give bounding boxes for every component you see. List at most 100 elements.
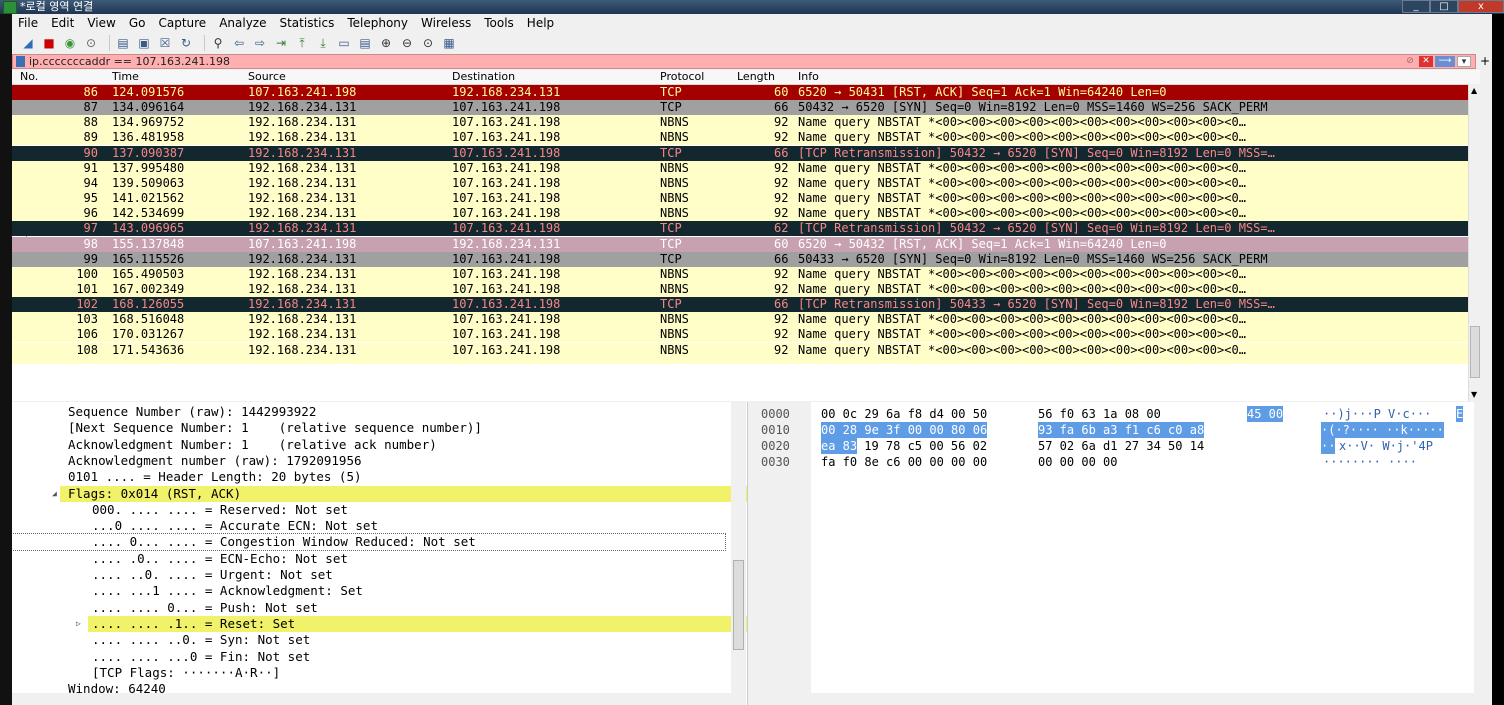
hex-bytes-selected[interactable]: 93 fa 6b a3 f1 c6 c0 a8: [1038, 422, 1205, 438]
menu-telephony[interactable]: Telephony: [341, 14, 415, 32]
menu-go[interactable]: Go: [123, 14, 153, 32]
packet-row[interactable]: 103 168.516048 192.168.234.131 107.163.241.…: [12, 312, 1468, 328]
display-filter-input[interactable]: ip.cccccccaddr == 107.163.241.198: [29, 55, 230, 68]
first-packet-icon[interactable]: ⤒: [294, 35, 310, 51]
packet-row[interactable]: 88 134.969752 192.168.234.131 107.163.241.1…: [12, 115, 1468, 131]
ascii-bytes-selected[interactable]: ·(·?···· ··k·····: [1321, 422, 1444, 438]
display-filter-bar[interactable]: ip.cccccccaddr == 107.163.241.198 ⊘ ✕ ⟶ …: [12, 54, 1476, 69]
resize-columns-icon[interactable]: ▦: [441, 35, 457, 51]
ascii-bytes[interactable]: x··V· W·j·'4P: [1339, 438, 1433, 454]
collapsed-triangle-icon[interactable]: ▷: [76, 616, 81, 632]
detail-line[interactable]: Acknowledgment number (raw): 1792091956: [12, 453, 725, 469]
packet-row[interactable]: 91 137.995480 192.168.234.131 107.163.241.1…: [12, 160, 1468, 176]
hex-bytes[interactable]: 19 78 c5 00 56 02: [857, 438, 987, 454]
hex-bytes-selected[interactable]: 45 00: [1247, 406, 1284, 422]
column-header-destination[interactable]: Destination: [452, 70, 515, 84]
details-scrollbar[interactable]: [731, 402, 746, 705]
detail-line[interactable]: 000. .... .... = Reserved: Not set: [12, 502, 725, 518]
hex-bytes[interactable]: 00 0c 29 6a f8 d4 00 50: [821, 406, 987, 422]
restart-icon[interactable]: ◉: [62, 35, 78, 51]
ascii-bytes[interactable]: ········ ····: [1323, 454, 1417, 470]
zoom-out-icon[interactable]: ⊖: [399, 35, 415, 51]
packet-row[interactable]: 106 170.031267 192.168.234.131 107.163.241.…: [12, 327, 1468, 343]
zoom-in-icon[interactable]: ⊕: [378, 35, 394, 51]
shark-fin-start-icon[interactable]: ◢: [20, 35, 36, 51]
detail-line[interactable]: ▷ .... .... .1.. = Reset: Set: [76, 615, 747, 632]
menu-statistics[interactable]: Statistics: [273, 14, 341, 32]
last-packet-icon[interactable]: ⤓: [315, 35, 331, 51]
hex-bytes[interactable]: fa f0 8e c6 00 00 00 00: [821, 454, 987, 470]
menu-analyze[interactable]: Analyze: [213, 14, 273, 32]
packet-row[interactable]: 86 124.091576 107.163.241.198 192.168.234.1…: [12, 85, 1468, 100]
open-file-icon[interactable]: ▤: [115, 35, 131, 51]
detail-line[interactable]: [TCP Flags: ·······A·R··]: [12, 665, 725, 681]
detail-line[interactable]: .... .... 0... = Push: Not set: [12, 600, 725, 616]
detail-line[interactable]: Sequence Number (raw): 1442993922: [12, 404, 725, 420]
column-header-protocol[interactable]: Protocol: [660, 70, 704, 84]
bookmark-icon[interactable]: [16, 56, 25, 67]
column-header-length[interactable]: Length: [737, 70, 775, 84]
packet-row[interactable]: 96 142.534699 192.168.234.131 107.163.241.1…: [12, 206, 1468, 222]
find-icon[interactable]: ⚲: [210, 35, 226, 51]
column-header-source[interactable]: Source: [248, 70, 286, 84]
menu-edit[interactable]: Edit: [45, 14, 81, 32]
packet-row[interactable]: 95 141.021562 192.168.234.131 107.163.241.1…: [12, 191, 1468, 207]
save-icon[interactable]: ▣: [136, 35, 152, 51]
scroll-up-icon[interactable]: ▲: [1471, 86, 1477, 95]
detail-line[interactable]: .... .0.. .... = ECN-Echo: Not set: [12, 551, 725, 567]
add-filter-button[interactable]: +: [1480, 54, 1492, 69]
filter-dropdown-icon[interactable]: ▾: [1457, 56, 1471, 67]
packet-row[interactable]: 101 167.002349 192.168.234.131 107.163.241.…: [12, 281, 1468, 297]
details-horizontal-scrollbar[interactable]: [12, 693, 731, 705]
menu-wireless[interactable]: Wireless: [415, 14, 478, 32]
detail-line[interactable]: .... ...1 .... = Acknowledgment: Set: [12, 583, 725, 599]
packet-row[interactable]: 87 134.096164 192.168.234.131 107.163.241.1…: [12, 100, 1468, 116]
menu-capture[interactable]: Capture: [152, 14, 213, 32]
go-back-icon[interactable]: ⇦: [231, 35, 247, 51]
packet-row[interactable]: 89 136.481958 192.168.234.131 107.163.241.1…: [12, 130, 1468, 146]
ascii-bytes-selected[interactable]: E: [1456, 406, 1464, 422]
bytes-horizontal-scrollbar[interactable]: [753, 693, 1474, 705]
minimize-button[interactable]: _: [1402, 0, 1430, 13]
packet-row[interactable]: 100 165.490503 192.168.234.131 107.163.241.…: [12, 266, 1468, 282]
go-forward-icon[interactable]: ⇨: [252, 35, 268, 51]
clear-filter-icon[interactable]: ⊘: [1403, 56, 1417, 67]
close-button[interactable]: x: [1458, 0, 1504, 13]
detail-line[interactable]: ◢ Flags: 0x014 (RST, ACK): [52, 485, 747, 502]
maximize-button[interactable]: □: [1430, 0, 1458, 13]
hex-bytes-selected[interactable]: 00 28 9e 3f 00 00 80 06: [821, 422, 988, 438]
options-icon[interactable]: ⊙: [83, 35, 99, 51]
packet-row[interactable]: 108 171.543636 192.168.234.131 107.163.241.…: [12, 342, 1468, 358]
detail-line[interactable]: .... 0... .... = Congestion Window Reduc…: [12, 533, 726, 552]
hex-bytes-selected[interactable]: ea 83: [821, 438, 858, 454]
expanded-triangle-icon[interactable]: ◢: [52, 486, 57, 502]
filter-invalid-icon[interactable]: ✕: [1419, 56, 1433, 67]
menu-file[interactable]: File: [12, 14, 45, 32]
packet-row-partial[interactable]: [12, 357, 1468, 364]
packet-row[interactable]: 102 168.126055 192.168.234.131 107.163.241.…: [12, 297, 1468, 313]
scroll-down-icon[interactable]: ▼: [1471, 390, 1477, 399]
detail-line[interactable]: 0101 .... = Header Length: 20 bytes (5): [12, 469, 725, 485]
column-header-no[interactable]: No.: [20, 70, 38, 84]
go-to-packet-icon[interactable]: ⇥: [273, 35, 289, 51]
hex-bytes[interactable]: 57 02 6a d1 27 34 50 14: [1038, 438, 1204, 454]
column-header-info[interactable]: Info: [798, 70, 819, 84]
packet-row[interactable]: 97 143.096965 192.168.234.131 107.163.241.1…: [12, 221, 1468, 237]
scroll-thumb[interactable]: [1470, 326, 1480, 378]
reload-icon[interactable]: ↻: [178, 35, 194, 51]
packet-list-scrollbar[interactable]: ▲ ▼: [1468, 84, 1480, 401]
packet-row[interactable]: 94 139.509063 192.168.234.131 107.163.241.1…: [12, 175, 1468, 191]
autoscroll-icon[interactable]: ▭: [336, 35, 352, 51]
packet-row[interactable]: 90 137.090387 192.168.234.131 107.163.241.1…: [12, 145, 1468, 161]
detail-line[interactable]: .... .... ..0. = Syn: Not set: [12, 632, 725, 648]
ascii-bytes-selected[interactable]: ··: [1321, 438, 1336, 454]
hex-bytes[interactable]: 00 00 00 00: [1038, 454, 1117, 470]
menu-tools[interactable]: Tools: [478, 14, 521, 32]
scroll-thumb[interactable]: [733, 560, 744, 650]
ascii-bytes[interactable]: ··)j···P V·c···: [1323, 406, 1431, 422]
zoom-reset-icon[interactable]: ⊙: [420, 35, 436, 51]
menu-view[interactable]: View: [81, 14, 122, 32]
colorize-icon[interactable]: ▤: [357, 35, 373, 51]
detail-line[interactable]: .... .... ...0 = Fin: Not set: [12, 649, 725, 665]
detail-line[interactable]: Acknowledgment Number: 1 (relative ack n…: [12, 437, 725, 453]
